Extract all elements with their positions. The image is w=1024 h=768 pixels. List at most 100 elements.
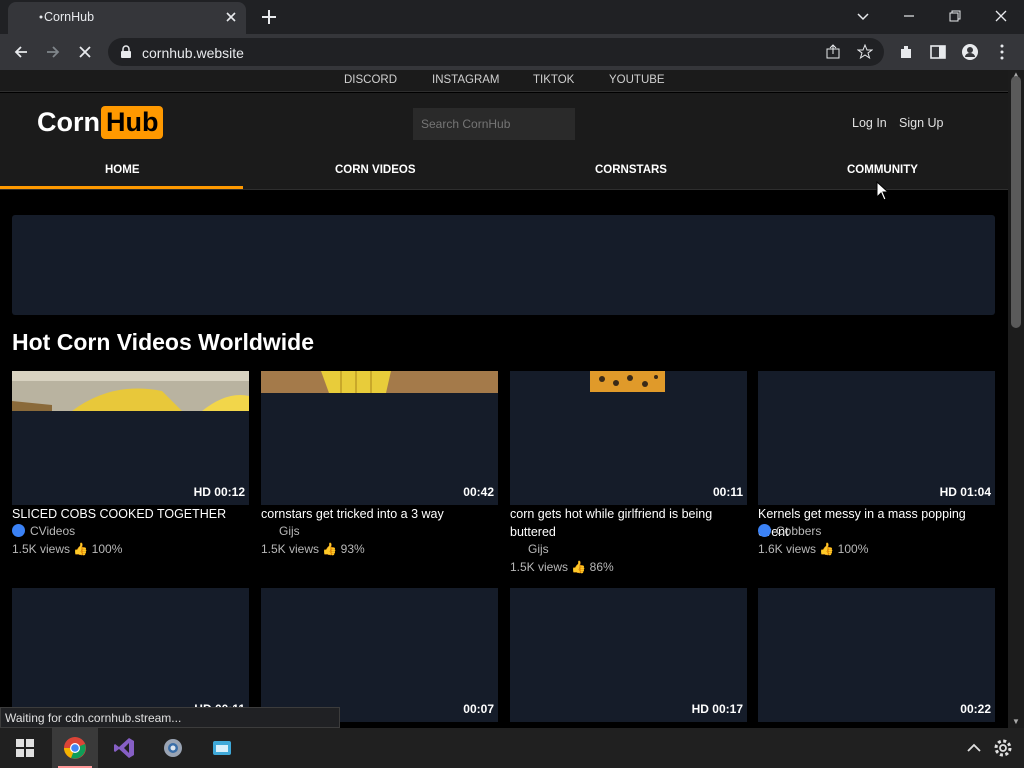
video-stats: 1.5K views 👍 100% [12,542,122,556]
channel-row[interactable]: CVideos [12,524,75,538]
profile-icon[interactable] [961,43,979,61]
chrome-taskbar-slot[interactable] [52,728,98,768]
video-duration: 00:11 [712,485,743,499]
menu-kebab-icon[interactable] [993,43,1011,61]
channel-row[interactable]: Gijs [261,524,300,538]
channel-name[interactable]: Gijs [528,542,549,556]
video-stats: 1.6K views 👍 100% [758,542,868,556]
chevron-up-icon[interactable] [962,736,986,760]
video-duration: HD 00:12 [193,485,245,499]
video-duration: HD 00:17 [691,702,743,716]
address-bar[interactable]: cornhub.website [108,38,884,66]
scroll-down-icon[interactable]: ▼ [1012,717,1020,726]
corn-image-fragment [12,371,249,411]
video-thumbnail[interactable]: 00:11 [510,371,747,505]
video-title[interactable]: corn gets hot while girlfriend is being … [510,505,747,541]
view-count: 1.5K views [12,542,71,556]
signup-link[interactable]: Sign Up [899,116,943,130]
view-count: 1.6K views [758,542,817,556]
video-stats: 1.5K views 👍 93% [261,542,365,556]
view-count: 1.5K views [510,560,569,574]
app-window-icon[interactable] [210,736,234,760]
browser-tab-bar: CornHub [0,0,1024,34]
rating: 86% [589,560,614,574]
channel-name[interactable]: Cobbers [776,524,821,538]
logo-text-hub[interactable]: Hub [101,106,164,139]
corn-image-fragment [590,371,665,392]
extensions-icon[interactable] [897,43,915,61]
video-thumbnail[interactable]: HD 01:04 [758,371,995,505]
share-icon[interactable] [825,44,841,60]
nav-corn-videos[interactable]: CORN VIDEOS [335,164,416,176]
video-duration: 00:22 [960,702,991,716]
video-thumbnail[interactable]: HD 00:17 [510,588,747,722]
channel-row[interactable]: Gijs [510,542,549,556]
site-header: Corn Hub Log In Sign Up HOME CORN VIDEOS… [0,93,1008,190]
channel-name[interactable]: Gijs [279,524,300,538]
nav-divider [0,189,1008,190]
view-count: 1.5K views [261,542,320,556]
video-duration: HD 01:04 [939,485,991,499]
gear-icon[interactable] [991,736,1015,760]
minimize-icon[interactable] [899,6,919,26]
video-duration: 00:42 [463,485,494,499]
thumbs-up-icon: 👍 [819,542,835,556]
channel-name[interactable]: CVideos [30,524,75,538]
rating: 100% [837,542,869,556]
windows-taskbar [0,728,1024,768]
thumbs-up-icon: 👍 [73,542,89,556]
restore-icon[interactable] [945,6,965,26]
nav-community[interactable]: COMMUNITY [847,164,918,176]
instagram-link[interactable]: INSTAGRAM [432,74,500,86]
video-thumbnail[interactable]: 00:42 [261,371,498,505]
url-text: cornhub.website [142,45,244,61]
back-icon[interactable] [12,43,30,61]
visual-studio-icon[interactable] [112,736,136,760]
bookmark-star-icon[interactable] [857,44,873,60]
corn-image-fragment [261,371,498,393]
youtube-link[interactable]: YOUTUBE [609,74,665,86]
stop-loading-icon[interactable] [76,43,94,61]
nav-cornstars[interactable]: CORNSTARS [595,164,667,176]
login-link[interactable]: Log In [852,116,887,130]
page-scrollbar[interactable]: ▲ ▼ [1008,70,1024,728]
channel-row[interactable]: Cobbers [758,524,821,538]
web-page: DISCORD INSTAGRAM TIKTOK YOUTUBE Corn Hu… [0,70,1008,728]
search-input[interactable] [413,108,575,140]
video-thumbnail[interactable]: HD 00:12 [12,371,249,505]
settings-gear-app-icon[interactable] [161,736,185,760]
social-links-bar: DISCORD INSTAGRAM TIKTOK YOUTUBE [0,70,1008,92]
verified-badge-icon [12,524,25,537]
new-tab-icon[interactable] [260,8,278,26]
close-tab-icon[interactable] [224,10,238,24]
video-thumbnail[interactable]: 00:22 [758,588,995,722]
rating: 100% [91,542,123,556]
video-duration: 00:07 [463,702,494,716]
tab-search-icon[interactable] [853,6,873,26]
discord-link[interactable]: DISCORD [344,74,397,86]
rating: 93% [340,542,365,556]
video-thumbnail[interactable]: HD 00:11 [12,588,249,722]
mouse-cursor-icon [876,181,890,201]
browser-toolbar: cornhub.website [0,34,1024,70]
browser-status-bar: Waiting for cdn.cornhub.stream... [0,707,340,728]
ad-banner[interactable] [12,215,995,315]
logo-text-corn[interactable]: Corn [37,107,100,138]
scrollbar-thumb[interactable] [1011,76,1021,328]
video-title[interactable]: cornstars get tricked into a 3 way [261,505,498,523]
forward-icon[interactable] [44,43,62,61]
browser-tab[interactable]: CornHub [8,2,246,34]
thumbs-up-icon: 👍 [322,542,338,556]
thumbs-up-icon: 👍 [571,560,587,574]
chrome-icon[interactable] [63,736,87,760]
verified-badge-icon [758,524,771,537]
lock-icon[interactable] [120,45,132,59]
video-title[interactable]: SLICED COBS COOKED TOGETHER [12,505,249,523]
nav-home[interactable]: HOME [105,164,140,176]
side-panel-icon[interactable] [929,43,947,61]
tiktok-link[interactable]: TIKTOK [533,74,574,86]
windows-start-icon[interactable] [13,736,37,760]
tab-title: CornHub [44,10,95,24]
video-thumbnail[interactable]: 00:07 [261,588,498,722]
close-window-icon[interactable] [991,6,1011,26]
